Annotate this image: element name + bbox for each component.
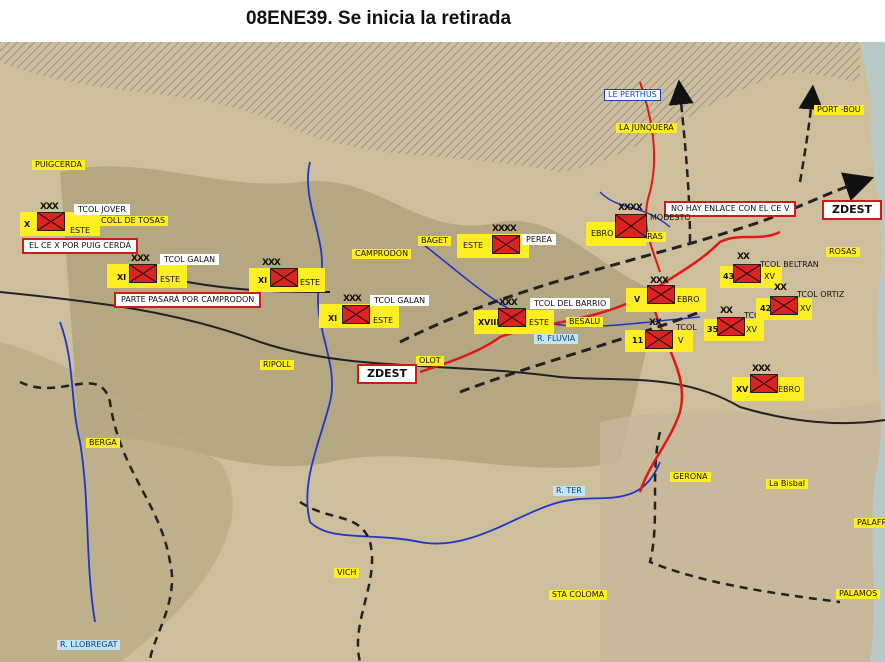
river-label-llobregat: R. LLOBREGAT bbox=[57, 640, 121, 650]
unit-corps: XI bbox=[117, 273, 127, 282]
unit-symbol-11[interactable] bbox=[645, 330, 673, 349]
unit-symbol-35[interactable] bbox=[717, 317, 745, 336]
place-port-bou: PORT -BOU bbox=[814, 105, 864, 115]
place-la-junquera: LA JUNQUERA bbox=[616, 123, 677, 133]
unit-echelon: XXX bbox=[343, 294, 362, 304]
unit-side: ESTE bbox=[529, 318, 550, 327]
unit-echelon: XXX bbox=[752, 364, 771, 374]
unit-commander: TCOL DEL BARRIO bbox=[530, 298, 611, 309]
unit-echelon: XXXX bbox=[492, 224, 517, 234]
unit-side: XV bbox=[800, 304, 811, 313]
unit-commander: PEREA bbox=[522, 234, 556, 245]
unit-symbol-xi[interactable] bbox=[342, 305, 370, 324]
unit-echelon: XX bbox=[737, 252, 750, 262]
unit-symbol-xv[interactable] bbox=[750, 374, 778, 393]
zdest-right-box: ZDEST bbox=[822, 200, 883, 220]
zdest-center-box: ZDEST bbox=[357, 364, 418, 384]
place-camprodon: CAMPRODON bbox=[352, 249, 412, 259]
place-baget: BAGET bbox=[418, 236, 451, 246]
unit-side: ESTE bbox=[300, 278, 321, 287]
map-title: 08ENE39. Se inicia la retirada bbox=[246, 8, 512, 29]
unit-symbol-army-ebro[interactable] bbox=[615, 214, 647, 238]
place-vich: VICH bbox=[334, 568, 360, 578]
unit-commander: TCOL JOVER bbox=[74, 204, 130, 215]
unit-side: EBRO bbox=[778, 385, 801, 394]
unit-commander: TCOL GALAN bbox=[370, 295, 430, 306]
unit-corps: XI bbox=[328, 314, 338, 323]
map-base bbox=[0, 42, 885, 662]
unit-echelon: XXX bbox=[131, 254, 150, 264]
unit-symbol-x[interactable] bbox=[37, 212, 65, 231]
unit-corps: V bbox=[634, 295, 641, 304]
unit-corps: XV bbox=[736, 385, 749, 394]
unit-symbol-army-este[interactable] bbox=[492, 235, 520, 254]
unit-side: EBRO bbox=[677, 295, 700, 304]
unit-commander: TCOL ORTIZ bbox=[797, 290, 845, 299]
unit-side: XV bbox=[764, 272, 775, 281]
unit-symbol-42[interactable] bbox=[770, 296, 798, 315]
unit-symbol-xi[interactable] bbox=[270, 268, 298, 287]
unit-echelon: XX bbox=[649, 318, 662, 328]
unit-commander: TCOL bbox=[676, 323, 697, 332]
river-label-fluvia: R. FLUVIA bbox=[534, 334, 579, 344]
unit-symbol-xi[interactable] bbox=[129, 264, 157, 283]
place-puigcerda: PUIGCERDA bbox=[32, 160, 85, 170]
unit-symbol-43[interactable] bbox=[733, 264, 761, 283]
unit-side: XV bbox=[746, 325, 757, 334]
place-rosas: ROSAS bbox=[826, 247, 860, 257]
unit-echelon: XXXX bbox=[618, 203, 643, 213]
place-gerona: GERONA bbox=[670, 472, 711, 482]
unit-symbol-xviii[interactable] bbox=[498, 308, 526, 327]
note-parte-camprodon: PARTE PASARÁ POR CAMPRODON bbox=[114, 292, 262, 308]
unit-corps: XVIII bbox=[478, 318, 500, 327]
place-berga: BERGA bbox=[86, 438, 120, 448]
place-ripoll: RIPOLL bbox=[260, 360, 294, 370]
place-palamos: PALAMOS bbox=[836, 589, 881, 599]
unit-corps: XI bbox=[258, 276, 268, 285]
place-la-bisbal: La Bisbal bbox=[766, 479, 808, 489]
unit-corps: X bbox=[24, 220, 31, 229]
place-sta-coloma: STA COLOMA bbox=[549, 590, 608, 600]
unit-echelon: XXX bbox=[40, 202, 59, 212]
place-besalu: BESALU bbox=[566, 317, 604, 327]
place-olot: OLOT bbox=[416, 356, 444, 366]
unit-side: ESTE bbox=[463, 241, 484, 250]
note-ce-x-puig: EL CE X POR PUIG CERDÁ bbox=[22, 238, 138, 254]
unit-symbol-v[interactable] bbox=[647, 285, 675, 304]
unit-side: ESTE bbox=[70, 226, 91, 235]
river-label-ter: R. TER bbox=[553, 486, 585, 496]
unit-side: ESTE bbox=[373, 316, 394, 325]
unit-side: EBRO bbox=[591, 229, 614, 238]
place-le-perthus: LE PERTHUS bbox=[604, 89, 661, 101]
place-coll-tosas: COLL DE TOSAS bbox=[98, 216, 169, 226]
unit-corps: 11 bbox=[632, 336, 644, 345]
unit-echelon: XX bbox=[774, 283, 787, 293]
place-palafrugell: PALAFR bbox=[854, 518, 885, 528]
unit-commander: TCOL BELTRAN bbox=[760, 260, 819, 269]
unit-commander: TCOL GALAN bbox=[160, 254, 220, 265]
unit-echelon: XXX bbox=[262, 258, 281, 268]
unit-commander: MODESTO bbox=[650, 213, 691, 222]
unit-side: V bbox=[678, 336, 684, 345]
map-canvas[interactable]: PUIGCERDA COLL DE TOSAS CAMPRODON BAGET … bbox=[0, 42, 885, 662]
unit-echelon: XXX bbox=[499, 298, 518, 308]
unit-echelon: XX bbox=[720, 306, 733, 316]
coast-land bbox=[600, 402, 885, 662]
unit-side: ESTE bbox=[160, 275, 181, 284]
